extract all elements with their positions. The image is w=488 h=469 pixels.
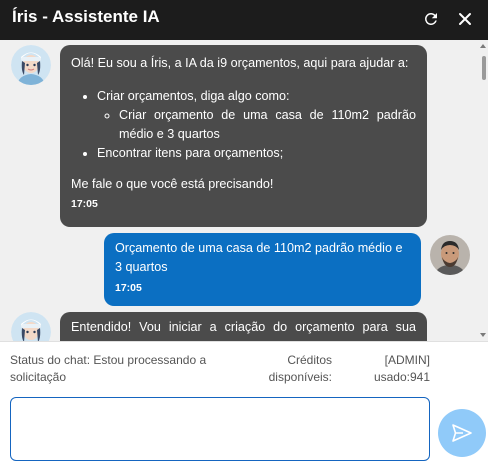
chat-messages-area[interactable]: Olá! Eu sou a Íris, a IA da i9 orçamento… (0, 40, 488, 341)
scroll-down-icon[interactable] (480, 333, 486, 337)
ai-message-bubble: Olá! Eu sou a Íris, a IA da i9 orçamento… (60, 45, 427, 227)
ai-avatar (11, 45, 51, 85)
user-message-text: Orçamento de uma casa de 110m2 padrão mé… (115, 241, 403, 274)
robot-woman-avatar-icon (11, 45, 51, 85)
scroll-up-icon[interactable] (480, 44, 486, 48)
user-avatar (430, 235, 470, 275)
status-bar: Status do chat: Estou processando a soli… (0, 341, 488, 391)
send-icon (452, 424, 472, 442)
sub-list: Criar orçamento de uma casa de 110m2 pad… (119, 106, 416, 144)
close-icon (459, 13, 471, 25)
list-item-text: Encontrar itens para orçamentos; (97, 146, 284, 160)
user-message-bubble: Orçamento de uma casa de 110m2 padrão mé… (104, 233, 421, 306)
message-timestamp: 17:05 (115, 282, 142, 294)
user-photo-icon (430, 235, 470, 275)
chat-scrollbar[interactable] (478, 40, 488, 341)
ai-avatar (11, 312, 51, 341)
ai-message-bubble: Entendido! Vou iniciar a criação do orça… (60, 312, 427, 341)
refresh-button[interactable] (419, 7, 443, 31)
scrollbar-thumb[interactable] (482, 56, 486, 80)
refresh-icon (425, 12, 437, 25)
chat-header: Íris - Assistente IA (0, 0, 488, 40)
list-item-text: Criar orçamentos, diga algo como: (97, 89, 290, 103)
message-timestamp: 17:05 (71, 198, 98, 210)
close-button[interactable] (453, 7, 477, 31)
credits-value: [ADMIN] usado:941 (373, 353, 430, 384)
message-input[interactable] (10, 397, 430, 461)
example-item: Criar orçamento de uma casa de 110m2 pad… (119, 106, 416, 144)
list-item: Criar orçamentos, diga algo como: Criar … (97, 87, 416, 144)
chat-status-text: Status do chat: Estou processando a soli… (10, 353, 207, 384)
send-button[interactable] (438, 409, 486, 457)
chat-title: Íris - Assistente IA (12, 7, 160, 26)
ai-message-outro: Me fale o que você está precisando! (71, 177, 274, 191)
ai-message-intro: Olá! Eu sou a Íris, a IA da i9 orçamento… (71, 56, 409, 70)
list-item: Encontrar itens para orçamentos; (97, 144, 416, 163)
robot-woman-avatar-icon (11, 312, 51, 341)
capabilities-list: Criar orçamentos, diga algo como: Criar … (97, 87, 416, 163)
credits-label: Créditos disponíveis: (268, 353, 332, 384)
ai-message-text: Entendido! Vou iniciar a criação do orça… (71, 320, 416, 334)
